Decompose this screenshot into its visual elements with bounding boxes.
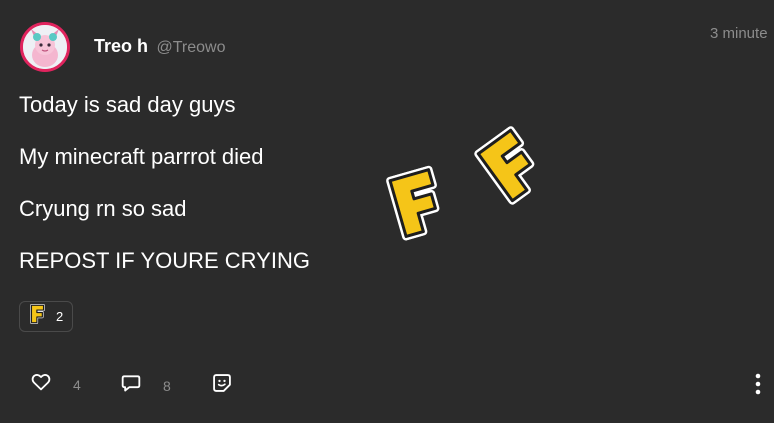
post-text-line: Today is sad day guys xyxy=(19,92,236,117)
sticker-button[interactable] xyxy=(212,373,232,398)
letter-f-sticker-icon: F xyxy=(383,164,453,247)
post-text-line: Cryung rn so sad xyxy=(19,196,187,221)
like-button[interactable]: 4 xyxy=(31,373,81,396)
comment-count: 8 xyxy=(163,377,171,394)
post-text-line: REPOST IF YOURE CRYING xyxy=(19,248,310,273)
reaction-count: 2 xyxy=(56,309,64,324)
post-card: Treo h @Treowo 3 minute Today is sad day… xyxy=(0,0,774,423)
author-handle[interactable]: @Treowo xyxy=(156,39,225,56)
post-text-line: My minecraft parrrot died xyxy=(19,144,264,169)
post-timestamp[interactable]: 3 minute xyxy=(710,25,768,42)
like-count: 4 xyxy=(73,376,81,393)
letter-f-sticker-icon: F xyxy=(471,123,555,211)
letter-f-reaction-icon xyxy=(29,304,46,329)
comment-bubble-icon xyxy=(121,373,141,398)
sticker-icon xyxy=(212,373,232,398)
author-display-name[interactable]: Treo h xyxy=(94,36,148,56)
heart-icon xyxy=(31,373,51,396)
reaction-chip[interactable]: 2 xyxy=(19,301,73,332)
more-options-button[interactable] xyxy=(750,372,766,396)
author-line: Treo h @Treowo xyxy=(94,36,225,57)
avatar[interactable] xyxy=(20,22,70,72)
vertical-ellipsis-icon xyxy=(750,373,766,400)
comment-button[interactable]: 8 xyxy=(121,373,171,398)
avatar-image xyxy=(23,25,67,69)
